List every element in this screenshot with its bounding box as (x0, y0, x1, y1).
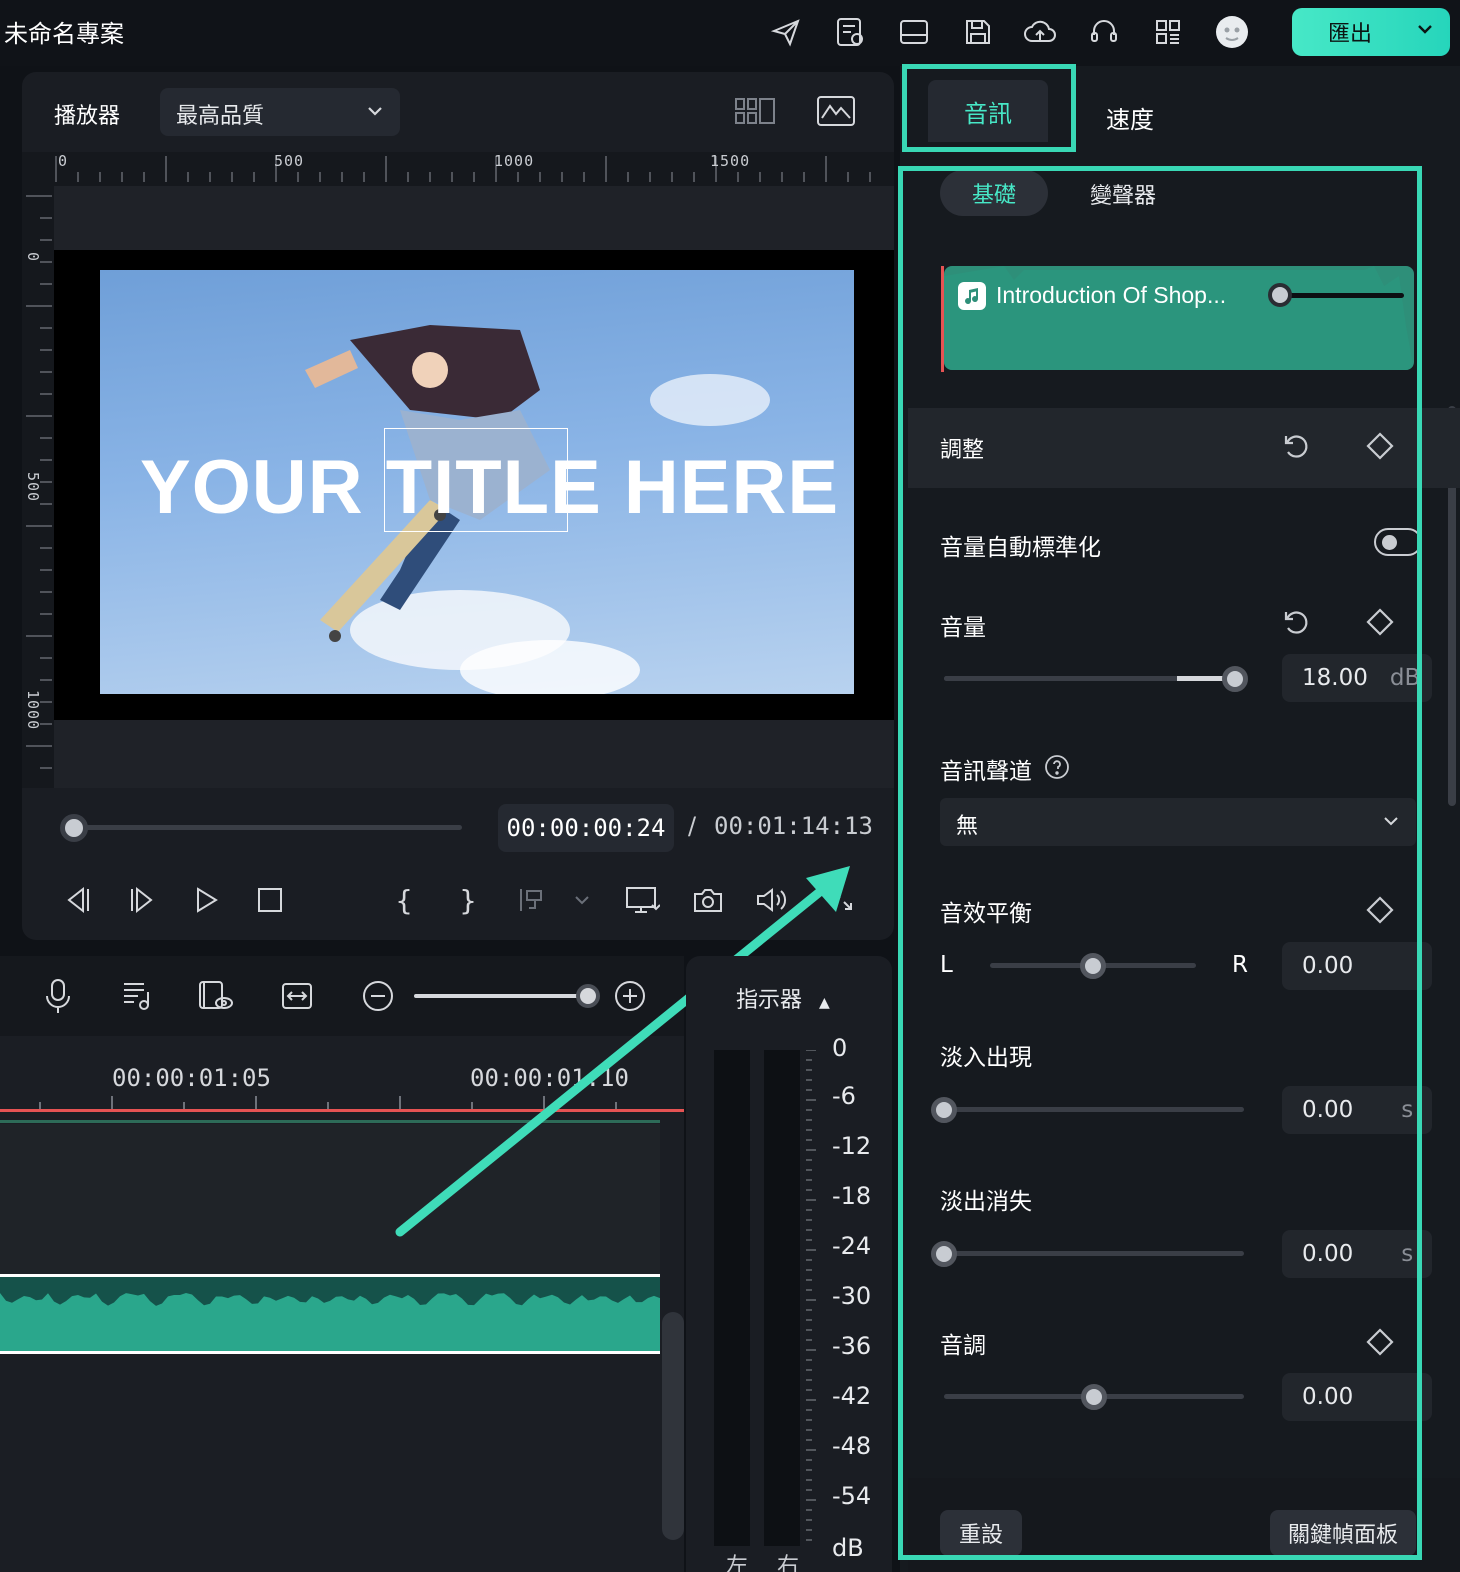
player-label: 播放器 (54, 104, 121, 129)
ruler-label: 500 (24, 472, 42, 503)
timeline-time-label: 00:00:01:05 (112, 1064, 271, 1092)
caret-up-icon: ▲ (819, 995, 830, 1011)
audio-clip[interactable] (0, 1274, 660, 1354)
meter-scale-label: -24 (832, 1232, 872, 1260)
highlight-frame-tabs (902, 64, 1076, 152)
meter-scale-label: -18 (832, 1182, 872, 1210)
meter-bar-left (714, 1050, 750, 1546)
avatar-icon[interactable] (1212, 12, 1252, 52)
quality-value: 最高品質 (176, 104, 265, 129)
horizontal-ruler: 0 500 1000 1500 (22, 152, 894, 186)
save-icon[interactable] (958, 12, 998, 52)
meter-scale-label: -30 (832, 1282, 872, 1310)
ruler-label: 1000 (24, 690, 42, 731)
quality-dropdown[interactable]: 最高品質 (160, 88, 400, 136)
title-selection-box[interactable] (384, 428, 568, 532)
next-frame-icon[interactable] (120, 878, 164, 922)
meter-scale-label: 0 (832, 1034, 848, 1062)
chevron-down-icon (364, 100, 386, 128)
total-time: 00:01:14:13 (714, 812, 873, 840)
ruler-label: 500 (274, 152, 305, 170)
highlight-frame-panel (898, 166, 1422, 1560)
ruler-label: 1500 (710, 152, 751, 170)
playback-scrubber[interactable] (70, 825, 462, 830)
prev-frame-icon[interactable] (56, 878, 100, 922)
meter-unit: dB (832, 1534, 864, 1562)
tab-speed[interactable]: 速度 (1106, 100, 1154, 135)
audio-waveform (0, 1277, 660, 1306)
meter-left-label: 左 (726, 1554, 749, 1572)
meter-scale-label: -48 (832, 1432, 872, 1460)
current-time[interactable]: 00:00:00:24 (498, 804, 674, 852)
stop-icon[interactable] (248, 878, 292, 922)
fit-timeline-icon[interactable] (280, 980, 314, 1016)
meter-scale-label: -54 (832, 1482, 872, 1510)
timeline-scrollbar[interactable] (662, 1312, 684, 1540)
meter-bar-right (764, 1050, 800, 1546)
time-separator: / (688, 812, 697, 840)
layout-icon[interactable] (894, 12, 934, 52)
export-label: 匯出 (1328, 22, 1373, 47)
send-icon[interactable] (766, 12, 806, 52)
meter-label-text: 指示器 (736, 988, 803, 1013)
export-button[interactable]: 匯出 (1292, 8, 1450, 56)
meter-scale-label: -36 (832, 1332, 872, 1360)
music-list-icon[interactable] (120, 978, 156, 1018)
chevron-down-icon[interactable] (1414, 18, 1436, 46)
ruler-label: 1000 (494, 152, 535, 170)
meter-scale-label: -12 (832, 1132, 872, 1160)
vertical-ruler: 0 500 1000 (22, 186, 54, 788)
task-list-icon[interactable] (830, 12, 870, 52)
project-title: 未命名專案 (4, 20, 124, 48)
headset-icon[interactable] (1084, 12, 1124, 52)
meter-scale-label: -42 (832, 1382, 872, 1410)
meter-scale-label: -6 (832, 1082, 856, 1110)
ruler-label: 0 (24, 252, 42, 263)
scope-icon[interactable] (816, 94, 856, 132)
meter-right-label: 右 (777, 1554, 800, 1572)
microphone-icon[interactable] (40, 976, 76, 1020)
cloud-upload-icon[interactable] (1020, 12, 1060, 52)
meter-channel-labels: 左 右 (726, 1548, 799, 1572)
preview-clip-icon[interactable] (196, 978, 236, 1018)
grid-view-icon[interactable] (734, 96, 778, 130)
ruler-label: 0 (58, 152, 69, 170)
meter-label[interactable]: 指示器 ▲ (736, 982, 830, 1014)
play-icon[interactable] (184, 878, 228, 922)
meter-ticks (806, 1050, 816, 1541)
scrubber-handle[interactable] (59, 814, 88, 842)
apps-grid-icon[interactable] (1148, 12, 1188, 52)
